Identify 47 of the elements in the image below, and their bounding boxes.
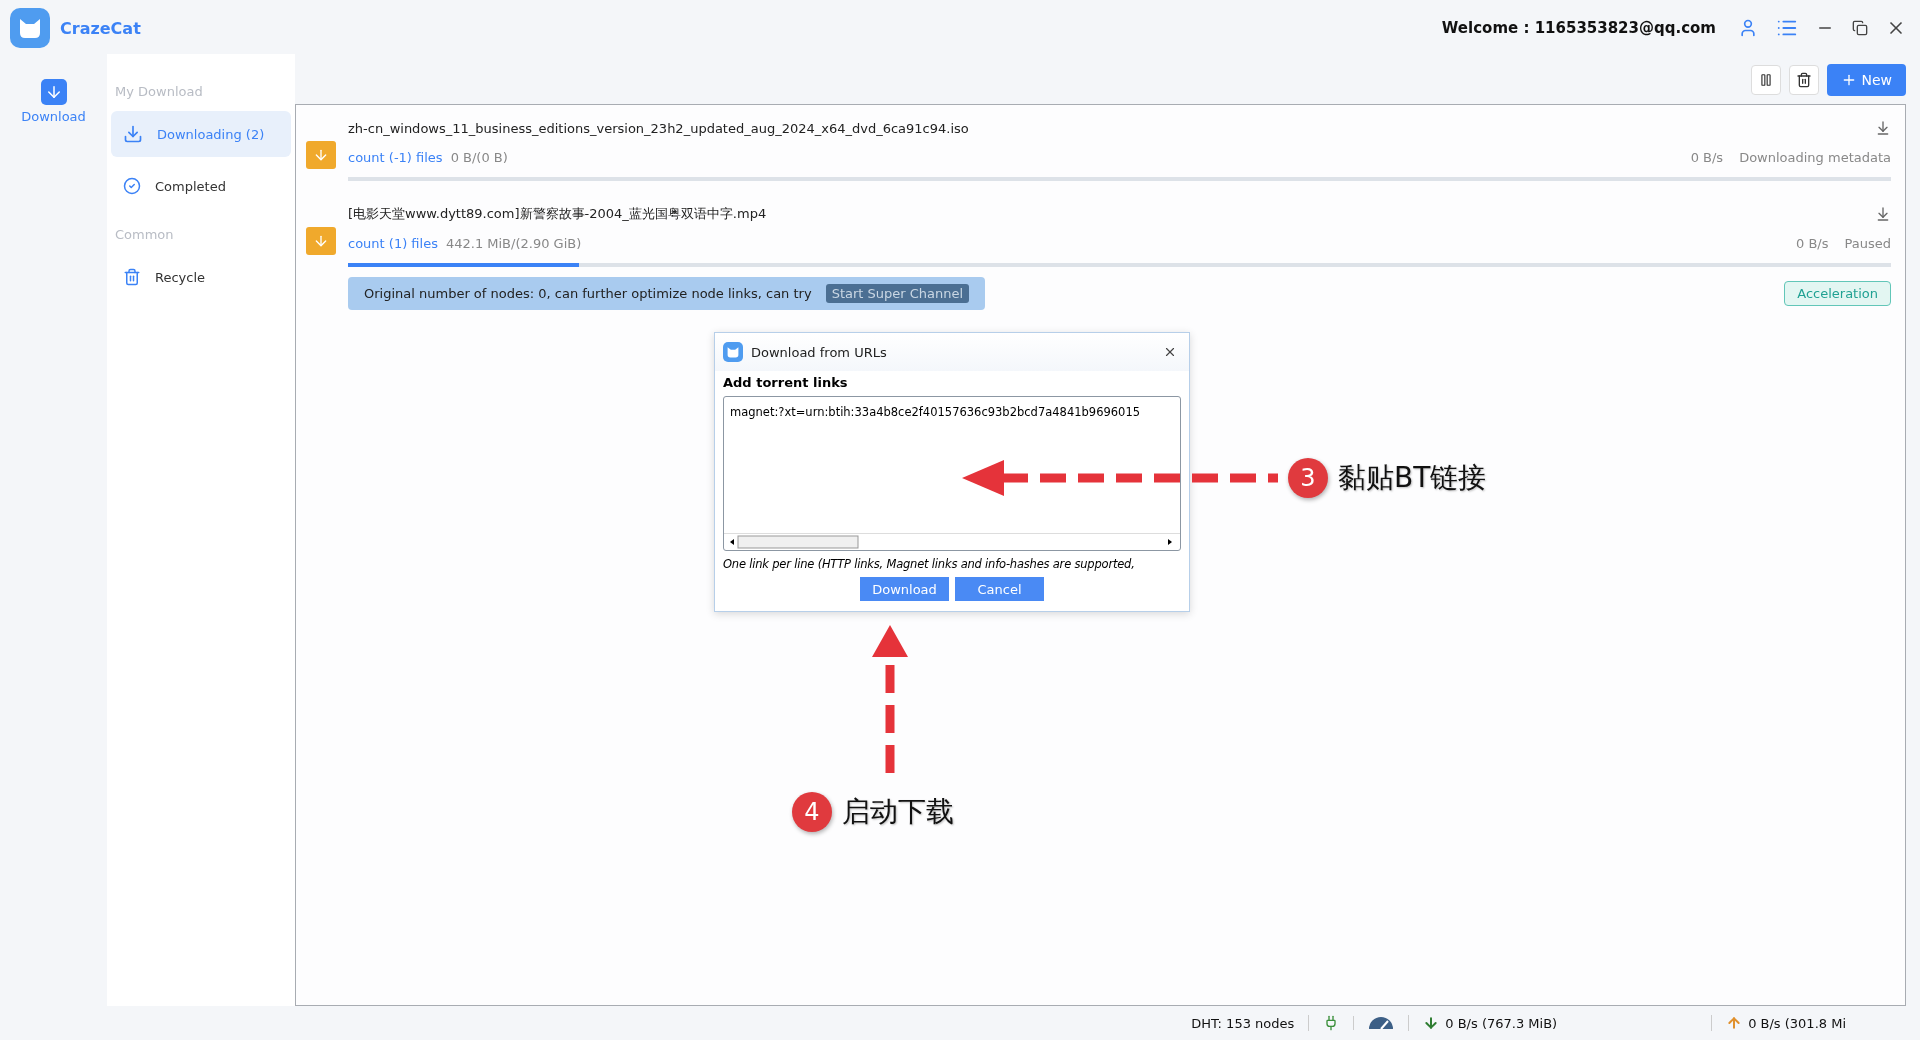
check-circle-icon — [123, 177, 141, 195]
dialog-button[interactable]: Cancel — [955, 577, 1044, 601]
speed-text: 0 B/s — [1690, 149, 1724, 165]
links-field[interactable]: magnet:?xt=urn:btih:33a4b8ce2f40157636c93b2bcd7a4841b9696015 — [723, 396, 1181, 551]
app-logo — [10, 8, 50, 48]
new-button[interactable]: New — [1827, 64, 1906, 96]
upload-speed: 0 B/s (301.8 Mi — [1748, 1015, 1846, 1031]
dialog-button[interactable]: Download — [860, 577, 949, 601]
acceleration-button[interactable]: Acceleration — [1784, 281, 1891, 306]
app-name: CrazeCat — [60, 18, 142, 38]
speed-text: 0 B/s — [1796, 235, 1829, 251]
super-channel-button[interactable]: Start Super Channel — [825, 284, 970, 303]
file-name: zh-cn_windows_11_business_editions_version_23h2_updated_aug_2024_x64_dvd_6ca91c94.iso — [348, 120, 969, 136]
download-icon[interactable] — [1875, 206, 1891, 222]
size-text: 0 B/(0 B) — [450, 149, 509, 165]
trash-icon — [1796, 72, 1813, 88]
annotation-text: 启动下载 — [842, 794, 954, 830]
folder-icon — [306, 141, 336, 169]
size-text: 442.1 MiB/(2.90 GiB) — [445, 235, 583, 251]
sidebar-item[interactable]: Recycle — [111, 254, 291, 300]
welcome-text: Welcome : 1165353823@qq.com — [1441, 19, 1716, 37]
download-speed: 0 B/s (767.3 MiB) — [1445, 1015, 1558, 1031]
section-heading: My Download — [114, 83, 204, 101]
section-heading: Common — [114, 226, 175, 244]
hint-text: One link per line (HTTP links, Magnet links and info-hashes are supported, — [723, 557, 1136, 571]
delete-button[interactable] — [1789, 65, 1820, 95]
pause-icon — [1759, 73, 1774, 87]
dht-status: DHT: 153 nodes — [1191, 1015, 1295, 1031]
folder-icon — [306, 227, 336, 255]
gauge-icon — [1368, 1016, 1395, 1030]
field-label: Add torrent links — [723, 375, 849, 390]
dialog-logo — [723, 342, 743, 362]
file-count-link[interactable]: count (-1) files — [348, 149, 443, 165]
sidebar-item[interactable]: Downloading (2) — [111, 111, 291, 157]
status-text: Downloading metadata — [1739, 149, 1891, 165]
annotation-text: 黏贴BT链接 — [1338, 460, 1487, 496]
pause-button[interactable] — [1751, 65, 1782, 95]
notice-text: Original number of nodes: 0, can further optimize node links, can try — [364, 286, 812, 301]
sidebar-item[interactable]: Completed — [111, 163, 291, 209]
rail-item[interactable]: Download — [15, 78, 92, 125]
file-name: [电影天堂www.dytt89.com]新警察故事-2004_蓝光国粤双语中字.mp4 — [348, 205, 767, 223]
download-icon — [123, 124, 143, 144]
download-icon[interactable] — [1875, 120, 1891, 136]
file-count-link[interactable]: count (1) files — [348, 235, 438, 251]
dialog-title: Download from URLs — [751, 344, 888, 360]
trash-icon — [123, 268, 141, 286]
status-text: Paused — [1844, 235, 1891, 251]
